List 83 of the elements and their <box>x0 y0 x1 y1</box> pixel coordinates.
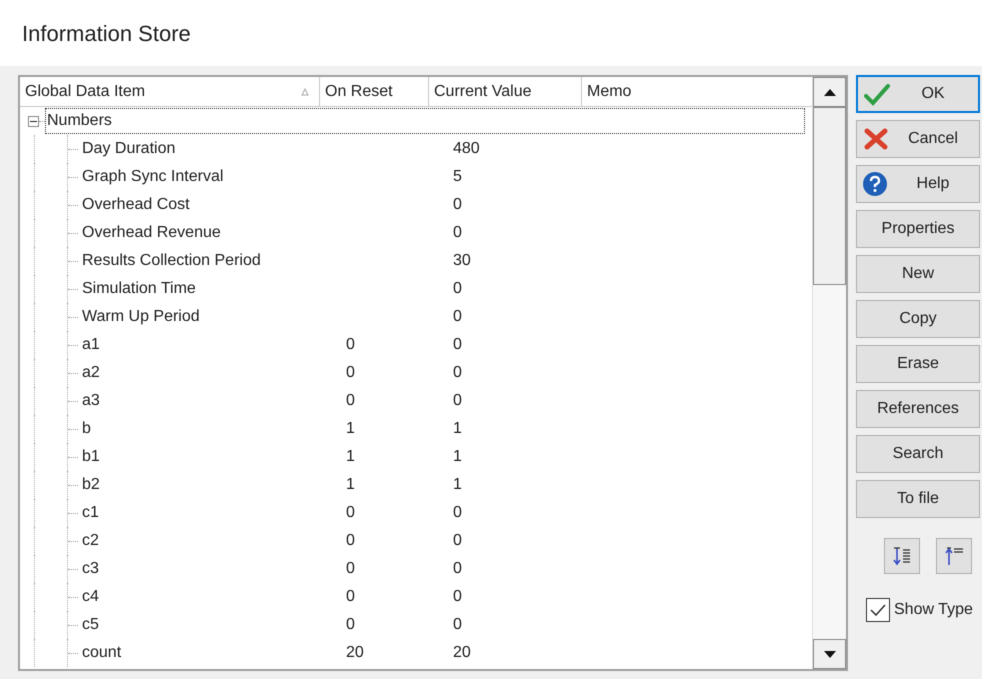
table-cell-text: 1 <box>452 475 463 495</box>
help-icon <box>862 171 888 197</box>
item-name[interactable]: b1 <box>82 445 340 469</box>
table-cell-text: 0 <box>452 307 463 327</box>
table-cell: 0 <box>346 616 355 633</box>
item-name[interactable]: Day Duration <box>82 137 340 161</box>
item-name[interactable]: Graph Sync Interval <box>82 165 340 189</box>
table-cell: 20 <box>346 644 364 661</box>
table-cell: 0 <box>346 392 355 409</box>
checkmark-icon <box>869 603 887 617</box>
dialog-button[interactable]: OK <box>856 75 980 113</box>
item-name[interactable]: c1 <box>82 501 340 525</box>
table-cell: 0 <box>346 560 355 577</box>
dialog-button[interactable]: Search <box>856 435 980 473</box>
scroll-down-button[interactable] <box>813 639 846 669</box>
table-cell-text: 0 <box>452 223 463 243</box>
dialog-button[interactable]: Cancel <box>856 120 980 158</box>
dialog-button[interactable]: Properties <box>856 210 980 248</box>
table-cell-text: 0 <box>452 391 463 411</box>
table-cell: 1 <box>346 448 355 465</box>
table-cell-text: 30 <box>452 251 472 271</box>
window-title: Information Store <box>22 20 191 48</box>
item-name[interactable]: Overhead Cost <box>82 193 340 217</box>
item-name[interactable]: Warm Up Period <box>82 305 340 329</box>
item-name[interactable]: Simulation Time <box>82 277 340 301</box>
vertical-scrollbar[interactable] <box>812 77 846 669</box>
table-cell-text: 0 <box>452 587 463 607</box>
down-arrow-icon <box>824 650 836 658</box>
item-name[interactable]: Overhead Revenue <box>82 221 340 245</box>
column-header[interactable]: On Reset <box>320 77 429 107</box>
item-name[interactable]: b2 <box>82 473 340 497</box>
sort-arrow-icon <box>301 88 309 96</box>
table-cell-text: 0 <box>452 559 463 579</box>
table-cell-text: 5 <box>452 167 463 187</box>
expand-all-icon <box>891 545 913 567</box>
table-cell: 0 <box>346 364 355 381</box>
table-cell: 0 <box>346 588 355 605</box>
item-name[interactable]: c3 <box>82 557 340 581</box>
table-cell-text: 0 <box>452 363 463 383</box>
item-name[interactable]: c4 <box>82 585 340 609</box>
table-cell-text: 1 <box>452 419 463 439</box>
item-name[interactable]: a2 <box>82 361 340 385</box>
collapse-all-icon <box>943 545 965 567</box>
check-icon <box>864 83 890 107</box>
table-cell: 0 <box>346 532 355 549</box>
table-cell: 1 <box>346 476 355 493</box>
table-cell-text: 0 <box>452 503 463 523</box>
table-cell-text: 0 <box>452 195 463 215</box>
item-name[interactable]: b <box>82 417 340 441</box>
collapse-all-button[interactable] <box>936 538 972 574</box>
dialog-button[interactable]: New <box>856 255 980 293</box>
table-cell-text: 1 <box>452 447 463 467</box>
tree-group-label[interactable]: Numbers <box>45 108 805 134</box>
checkbox-label: Show Type <box>894 600 973 620</box>
cross-icon <box>863 127 889 151</box>
table-cell-text: 20 <box>452 643 472 663</box>
column-header[interactable]: Current Value <box>429 77 582 107</box>
scroll-thumb[interactable] <box>813 107 846 285</box>
item-name[interactable]: c2 <box>82 529 340 553</box>
show-type-checkbox[interactable] <box>866 598 890 622</box>
table-cell: 1 <box>346 420 355 437</box>
table-cell-text: 480 <box>452 139 481 159</box>
item-name[interactable]: a1 <box>82 333 340 357</box>
item-name[interactable]: count <box>82 641 340 665</box>
table-cell-text: 0 <box>452 531 463 551</box>
scroll-up-button[interactable] <box>813 77 846 107</box>
table-cell: 0 <box>346 336 355 353</box>
table-cell-text: 0 <box>452 615 463 635</box>
dialog-button[interactable]: Erase <box>856 345 980 383</box>
item-name[interactable]: a3 <box>82 389 340 413</box>
dialog-button[interactable]: Copy <box>856 300 980 338</box>
dialog-button[interactable]: References <box>856 390 980 428</box>
collapse-toggle[interactable] <box>28 116 39 126</box>
item-name[interactable]: c5 <box>82 613 340 637</box>
dialog-button[interactable]: To file <box>856 480 980 518</box>
expand-all-button[interactable] <box>884 538 920 574</box>
up-arrow-icon <box>824 88 836 96</box>
table-cell-text: 0 <box>452 279 463 299</box>
table-cell-text: 0 <box>452 335 463 355</box>
table-cell: 0 <box>346 504 355 521</box>
column-header[interactable]: Global Data Item <box>20 77 320 107</box>
dialog-button[interactable]: Help <box>856 165 980 203</box>
item-name[interactable]: Results Collection Period <box>82 249 340 273</box>
